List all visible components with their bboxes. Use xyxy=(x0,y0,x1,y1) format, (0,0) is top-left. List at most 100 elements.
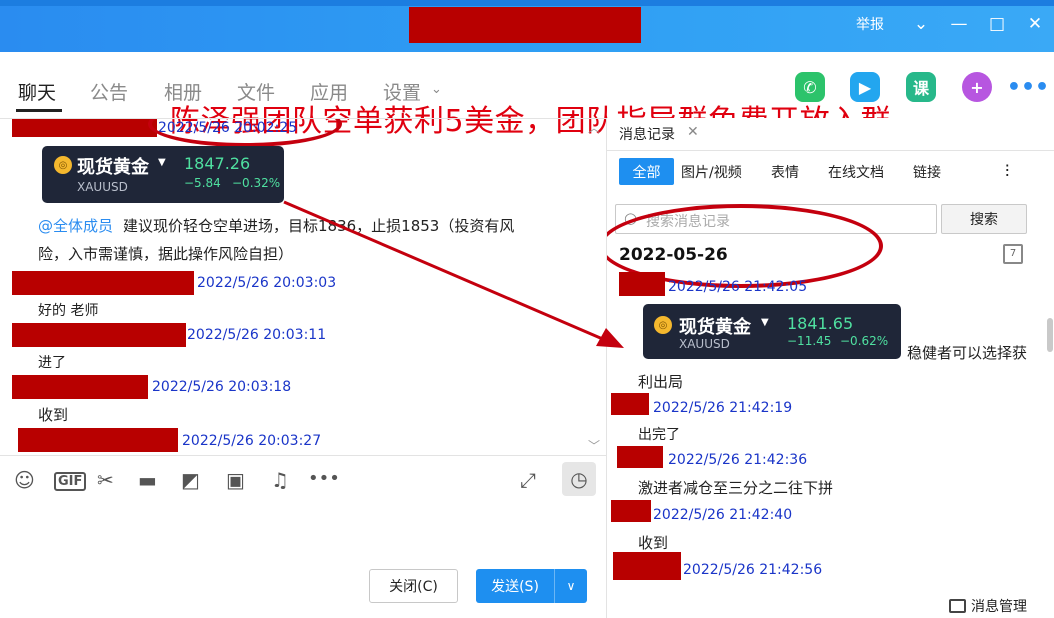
more-tools-icon[interactable]: ••• xyxy=(308,468,340,489)
redacted-sender xyxy=(12,375,148,399)
calendar-icon[interactable]: 7 xyxy=(1003,244,1023,264)
search-button[interactable]: 搜索 xyxy=(941,204,1027,234)
bell-icon[interactable]: ♫ xyxy=(271,468,289,492)
report-button[interactable]: 举报 xyxy=(856,14,884,34)
message-text: 出完了 xyxy=(638,427,680,443)
gold-coin-icon: ◎ xyxy=(654,316,672,334)
message-text: 收到 xyxy=(638,534,669,552)
scroll-up-icon[interactable]: ︿ xyxy=(588,119,600,136)
quote-change: −11.45 xyxy=(787,334,832,348)
quote-code: XAUUSD xyxy=(77,180,128,194)
titlebar-top-strip xyxy=(0,0,1054,6)
course-icon[interactable]: 课 xyxy=(906,72,936,102)
filter-media[interactable]: 图片/视频 xyxy=(681,162,742,182)
gold-coin-icon: ◎ xyxy=(54,156,72,174)
chat-bubble-icon xyxy=(949,599,966,613)
message-history-panel: 消息记录 ✕ 全部 图片/视频 表情 在线文档 链接 ⫶ ○ 搜索消息记录 搜索… xyxy=(606,118,1054,618)
redacted-sender xyxy=(12,119,157,137)
close-window-button[interactable]: ✕ xyxy=(1016,14,1054,34)
tab-chat[interactable]: 聊天 xyxy=(18,78,56,105)
message-text: 好的 老师 xyxy=(38,303,99,319)
scroll-down-icon[interactable]: ﹀ xyxy=(588,437,600,454)
quote-percent: −0.62% xyxy=(840,334,889,348)
filter-funnel-icon[interactable]: ⫶ xyxy=(1005,162,1009,182)
message-timestamp: 2022/5/26 21:42:19 xyxy=(653,400,793,416)
history-filters: 全部 图片/视频 表情 在线文档 链接 ⫶ xyxy=(613,158,1053,186)
chevron-down-icon[interactable]: ⌄ xyxy=(902,14,940,34)
annotation-circle xyxy=(148,119,342,147)
message-timestamp: 2022/5/26 21:42:36 xyxy=(668,452,808,468)
message-manage-label: 消息管理 xyxy=(971,599,1027,615)
history-clock-icon[interactable]: ◷ xyxy=(562,462,596,496)
gif-icon[interactable]: GIF xyxy=(54,472,87,491)
quote-price: 1841.65 xyxy=(787,314,854,333)
quote-code: XAUUSD xyxy=(679,337,730,351)
mention-all[interactable]: @全体成员 xyxy=(38,215,113,236)
maximize-button[interactable]: □ xyxy=(978,14,1016,34)
filter-stickers[interactable]: 表情 xyxy=(771,162,799,182)
redacted-sender xyxy=(611,393,649,415)
more-icon[interactable]: ••• xyxy=(1007,72,1049,102)
input-toolbar: ☺ GIF ✂ ▬ ◩ ▣ ♫ ••• ⤢ ◷ xyxy=(0,455,606,505)
doc-icon[interactable]: ◩ xyxy=(181,468,200,492)
emoji-icon[interactable]: ☺ xyxy=(14,468,35,492)
active-tab-indicator xyxy=(16,109,62,112)
message-timestamp: 2022/5/26 21:42:56 xyxy=(683,562,823,578)
settings-chevron-icon[interactable]: ⌄ xyxy=(431,82,442,97)
message-text: 激进者减仓至三分之二往下拼 xyxy=(638,479,834,497)
folder-icon[interactable]: ▬ xyxy=(138,468,157,492)
scissors-icon[interactable]: ✂ xyxy=(97,468,114,492)
message-timestamp: 2022/5/26 20:03:27 xyxy=(182,433,322,449)
message-manage-button[interactable]: 消息管理 xyxy=(949,596,1027,616)
window-controls: 举报 ⌄ — □ ✕ xyxy=(856,14,1054,34)
redacted-sender xyxy=(611,500,651,522)
quote-percent: −0.32% xyxy=(232,176,281,190)
caret-down-icon: ▼ xyxy=(761,317,769,328)
window-titlebar: 举报 ⌄ — □ ✕ xyxy=(0,0,1054,52)
message-timestamp: 2022/5/26 20:03:11 xyxy=(187,327,327,343)
redacted-sender xyxy=(12,323,186,347)
quote-name: 现货黄金 xyxy=(679,317,751,338)
add-icon[interactable]: + xyxy=(962,72,992,102)
expand-icon[interactable]: ⤢ xyxy=(520,468,536,492)
redacted-sender xyxy=(613,552,681,580)
message-text: 收到 xyxy=(38,406,69,424)
message-text: 险，入市需谨慎，据此操作风险自担） xyxy=(38,245,294,263)
chat-messages[interactable]: 2022/5/26 20:02:25 ︿ ◎ 现货黄金 ▼ XAUUSD 184… xyxy=(0,118,606,455)
message-compose-area[interactable]: 关闭(C) 发送(S) ∨ xyxy=(0,505,606,618)
redacted-sender xyxy=(617,446,663,468)
quote-price: 1847.26 xyxy=(184,154,251,173)
message-text: 稳健者可以选择获 xyxy=(907,344,1028,362)
caret-down-icon: ▼ xyxy=(158,157,166,168)
filter-docs[interactable]: 在线文档 xyxy=(828,162,884,182)
minimize-button[interactable]: — xyxy=(940,14,978,34)
filter-links[interactable]: 链接 xyxy=(913,162,941,182)
message-text: 利出局 xyxy=(638,373,684,391)
tab-message-history[interactable]: 消息记录 xyxy=(619,124,675,144)
close-tab-icon[interactable]: ✕ xyxy=(687,124,699,140)
video-call-icon[interactable]: ▶ xyxy=(850,72,880,102)
redacted-sender xyxy=(12,271,194,295)
redacted-sender xyxy=(18,428,178,452)
close-button[interactable]: 关闭(C) xyxy=(369,569,458,603)
send-options-chevron-icon[interactable]: ∨ xyxy=(554,569,587,603)
quote-card[interactable]: ◎ 现货黄金 ▼ XAUUSD 1847.26 −5.84 −0.32% xyxy=(42,146,284,203)
quote-change: −5.84 xyxy=(184,176,221,190)
filter-all[interactable]: 全部 xyxy=(619,158,674,185)
quote-card[interactable]: ◎ 现货黄金 ▼ XAUUSD 1841.65 −11.45 −0.62% xyxy=(643,304,901,359)
message-text: 建议现价轻仓空单进场，目标1836，止损1853（投资有风 xyxy=(123,217,515,235)
message-timestamp: 2022/5/26 21:42:40 xyxy=(653,507,793,523)
send-label: 发送(S) xyxy=(491,579,539,595)
tab-announcement[interactable]: 公告 xyxy=(90,78,128,105)
redacted-sender xyxy=(619,272,665,296)
divider xyxy=(607,150,1054,151)
message-text: 进了 xyxy=(38,355,66,371)
group-tabs: 聊天 公告 相册 文件 应用 设置 ⌄ 陈泽强团队空单获利5美金，团队指导群免费… xyxy=(0,52,1054,139)
message-timestamp: 2022/5/26 20:03:03 xyxy=(197,275,337,291)
image-icon[interactable]: ▣ xyxy=(226,468,245,492)
phone-call-icon[interactable]: ✆ xyxy=(795,72,825,102)
message-timestamp: 2022/5/26 20:03:18 xyxy=(152,379,292,395)
send-button[interactable]: 发送(S) ∨ xyxy=(476,569,587,603)
quote-name: 现货黄金 xyxy=(77,157,149,178)
scrollbar-thumb[interactable] xyxy=(1047,318,1053,352)
